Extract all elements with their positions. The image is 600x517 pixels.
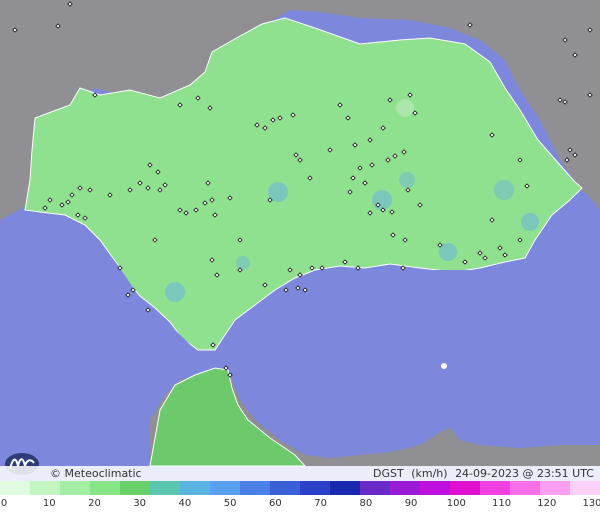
color-scale-tick-label: 100: [446, 498, 466, 509]
color-scale-tick-label: 40: [178, 498, 192, 509]
color-scale-swatch: [540, 481, 570, 495]
color-scale-swatch: [270, 481, 300, 495]
color-scale-bar: [0, 481, 600, 495]
gust-hotspot: [396, 99, 414, 117]
color-scale-swatch: [0, 481, 30, 495]
brand-credit: © Meteoclimatic: [50, 467, 142, 480]
color-scale-swatch: [60, 481, 90, 495]
color-scale-swatch: [120, 481, 150, 495]
color-scale-swatch: [360, 481, 390, 495]
alboran-island: [441, 363, 447, 369]
color-scale-tick-label: 80: [359, 498, 373, 509]
color-scale-swatch: [90, 481, 120, 495]
gust-hotspot: [494, 180, 514, 200]
color-scale-tick-label: 50: [223, 498, 237, 509]
color-scale-tick-label: 130: [582, 498, 600, 509]
color-scale-swatch: [480, 481, 510, 495]
color-scale-swatch: [330, 481, 360, 495]
color-scale-legend: 0 10 20 30 40 50 60 70 80 90 100 110 120 130: [0, 481, 600, 517]
color-scale-tick-label: 10: [42, 498, 56, 509]
color-scale-swatch: [420, 481, 450, 495]
gust-hotspot: [372, 190, 392, 210]
color-scale-swatch: [180, 481, 210, 495]
color-scale-swatch: [30, 481, 60, 495]
color-scale-swatch: [390, 481, 420, 495]
gust-hotspot: [165, 282, 185, 302]
color-scale-swatch: [300, 481, 330, 495]
color-scale-tick-label: 110: [491, 498, 512, 509]
color-scale-swatch: [150, 481, 180, 495]
color-scale-tick-label: 60: [269, 498, 282, 509]
color-scale-swatch: [240, 481, 270, 495]
color-scale-swatch: [210, 481, 240, 495]
color-scale-tick-label: 70: [314, 498, 327, 509]
variable-name: DGST: [373, 467, 404, 480]
color-scale-tick-label: 90: [404, 498, 418, 509]
color-scale-swatch: [570, 481, 600, 495]
map-timestamp: 24-09-2023 @ 23:51 UTC: [455, 467, 594, 480]
wind-gust-map: [0, 0, 600, 517]
variable-unit: (km/h): [411, 467, 448, 480]
gust-hotspot: [521, 213, 539, 231]
color-scale-swatch: [450, 481, 480, 495]
map-info: DGST (km/h) 24-09-2023 @ 23:51 UTC: [369, 466, 594, 481]
color-scale-swatch: [510, 481, 540, 495]
color-scale-tick-label: 30: [133, 498, 147, 509]
map-footer: © Meteoclimatic DGST (km/h) 24-09-2023 @…: [0, 466, 600, 481]
gust-hotspot: [236, 256, 250, 270]
gust-hotspot: [399, 172, 415, 188]
color-scale-tick-label: 0: [0, 498, 8, 509]
color-scale-tick-label: 120: [537, 498, 557, 509]
color-scale-tick-label: 20: [88, 498, 101, 509]
